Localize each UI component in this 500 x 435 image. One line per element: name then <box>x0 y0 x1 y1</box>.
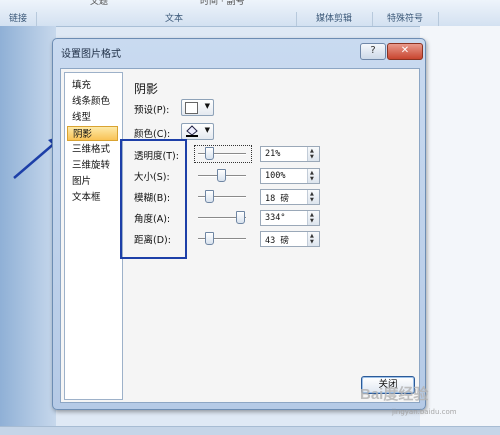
size-value[interactable]: 100% <box>265 171 285 181</box>
nav-item-shadow[interactable]: 阴影 <box>67 126 118 141</box>
help-button[interactable]: ? <box>360 43 386 60</box>
preset-label: 预设(P): <box>134 105 170 116</box>
annotation-highlight-box <box>120 139 187 259</box>
color-label: 颜色(C): <box>134 129 171 140</box>
preset-swatch-icon <box>185 102 198 114</box>
watermark-url: jingyan.baidu.com <box>392 408 457 416</box>
ribbon-fragment: 文题 <box>90 0 109 7</box>
chevron-down-icon: ▼ <box>204 126 210 134</box>
preset-dropdown[interactable]: ▼ <box>181 99 214 116</box>
ribbon-strip: 文题 时间 · 副号 链接 文本 媒体剪辑 特殊符号 <box>0 0 500 27</box>
paint-bucket-icon <box>186 125 198 137</box>
category-list: 填充 线条颜色 线型 阴影 三维格式 三维旋转 图片 文本框 <box>64 72 123 400</box>
blur-slider[interactable] <box>205 190 214 203</box>
blur-spinner[interactable]: 18 磅 ▲ ▼ <box>260 189 320 205</box>
nav-item-line-style[interactable]: 线型 <box>67 110 118 125</box>
transparency-value[interactable]: 21% <box>265 149 280 159</box>
close-icon[interactable]: ✕ <box>387 43 423 60</box>
nav-item-fill[interactable]: 填充 <box>67 78 118 93</box>
dialog-client: 填充 线条颜色 线型 阴影 三维格式 三维旋转 图片 文本框 阴影 预设(P):… <box>60 68 420 403</box>
status-strip <box>0 426 500 435</box>
spinner-arrows-icon[interactable]: ▲ ▼ <box>307 232 319 246</box>
distance-spinner[interactable]: 43 磅 ▲ ▼ <box>260 231 320 247</box>
ribbon-group-media[interactable]: 媒体剪辑 <box>296 12 373 26</box>
spinner-arrows-icon[interactable]: ▲ ▼ <box>307 147 319 161</box>
document-area <box>420 26 500 435</box>
transparency-spinner[interactable]: 21% ▲ ▼ <box>260 146 320 162</box>
size-spinner[interactable]: 100% ▲ ▼ <box>260 168 320 184</box>
transparency-slider[interactable] <box>205 147 214 160</box>
dialog-title: 设置图片格式 <box>61 49 121 60</box>
ribbon-group-symbols[interactable]: 特殊符号 <box>372 12 439 26</box>
nav-item-text-box[interactable]: 文本框 <box>67 190 118 205</box>
distance-slider[interactable] <box>205 232 214 245</box>
angle-spinner[interactable]: 334° ▲ ▼ <box>260 210 320 226</box>
spinner-arrows-icon[interactable]: ▲ ▼ <box>307 190 319 204</box>
distance-value[interactable]: 43 磅 <box>265 234 289 246</box>
ribbon-group-text[interactable]: 文本 <box>52 12 297 26</box>
spinner-arrows-icon[interactable]: ▲ ▼ <box>307 211 319 225</box>
section-heading: 阴影 <box>134 82 159 96</box>
format-picture-dialog: 设置图片格式 ? ✕ 填充 线条颜色 线型 阴影 三维格式 三维旋转 图片 文本… <box>52 38 426 410</box>
background-panel <box>0 26 56 435</box>
chevron-down-icon: ▼ <box>204 102 210 110</box>
nav-item-picture[interactable]: 图片 <box>67 174 118 189</box>
blur-value[interactable]: 18 磅 <box>265 192 289 204</box>
ribbon-fragment: 时间 · 副号 <box>200 0 245 7</box>
nav-item-3d-format[interactable]: 三维格式 <box>67 142 118 157</box>
dialog-titlebar[interactable]: 设置图片格式 ? ✕ <box>53 39 425 63</box>
spinner-arrows-icon[interactable]: ▲ ▼ <box>307 169 319 183</box>
angle-slider[interactable] <box>236 211 245 224</box>
nav-item-3d-rotation[interactable]: 三维旋转 <box>67 158 118 173</box>
size-slider[interactable] <box>217 169 226 182</box>
nav-item-line-color[interactable]: 线条颜色 <box>67 94 118 109</box>
watermark-logo: Bai度经验 <box>360 386 429 403</box>
angle-value[interactable]: 334° <box>265 213 285 223</box>
color-dropdown[interactable]: ▼ <box>181 123 214 140</box>
ribbon-group-links[interactable]: 链接 <box>0 12 37 26</box>
